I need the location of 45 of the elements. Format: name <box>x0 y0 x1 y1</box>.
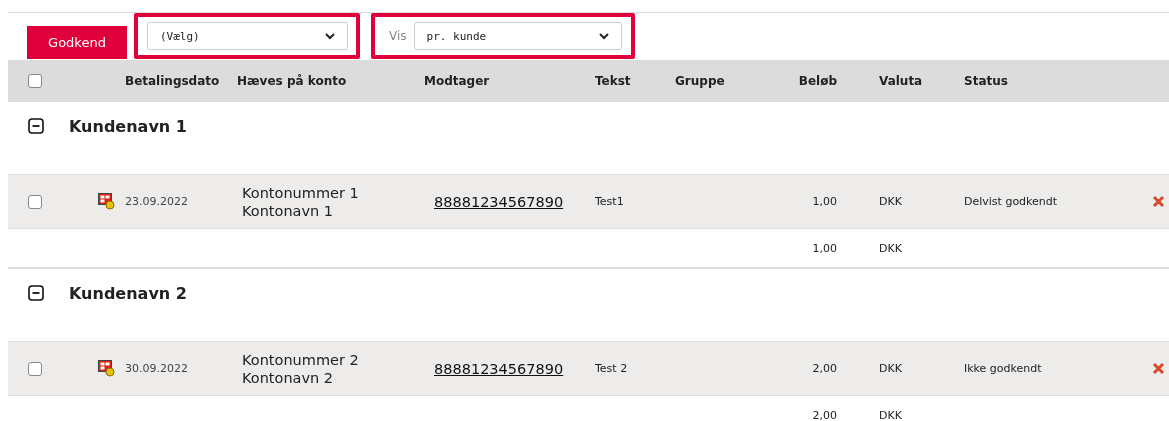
column-header: Hæves på konto <box>237 73 348 88</box>
approve-button[interactable]: Godkend <box>27 26 127 59</box>
column-header: Status <box>964 73 1009 88</box>
column-header: Gruppe <box>675 73 726 88</box>
chevron-down-icon <box>599 32 609 40</box>
recipient-link[interactable]: 88881234567890 <box>434 361 564 377</box>
column-header: Modtager <box>424 73 491 88</box>
account-name: Kontonavn 2 <box>242 368 335 387</box>
column-header: Valuta <box>878 73 924 88</box>
account-name: Kontonavn 1 <box>242 201 335 220</box>
select-all-checkbox[interactable] <box>28 73 42 88</box>
view-label: Vis <box>389 29 407 43</box>
row-checkbox[interactable] <box>28 194 42 209</box>
table-cell-text: Delvist godkendt <box>964 195 1059 208</box>
column-header: Tekst <box>595 73 632 88</box>
table-cell-text: Ikke godkendt <box>964 362 1043 375</box>
account-number: Kontonummer 1 <box>242 183 360 202</box>
table-cell-text: DKK <box>878 195 903 208</box>
group-title: Kundenavn 2 <box>69 284 187 303</box>
table-cell-text: 23.09.2022 <box>125 195 189 208</box>
column-header: Betalingsdato <box>125 73 221 88</box>
table-cell-text: Test1 <box>595 195 625 208</box>
table-cell-text: Test 2 <box>595 362 629 375</box>
delete-icon[interactable] <box>1152 362 1165 375</box>
total-currency: DKK <box>878 408 903 421</box>
payment-icon <box>97 193 115 210</box>
account-number: Kontonummer 2 <box>242 350 360 369</box>
row-checkbox[interactable] <box>28 361 42 376</box>
payment-icon <box>97 360 115 377</box>
total-currency: DKK <box>878 241 903 255</box>
table-cell-text: 30.09.2022 <box>125 362 189 375</box>
action-dropdown[interactable]: (Vælg) <box>147 22 348 50</box>
collapse-icon[interactable] <box>28 118 44 134</box>
column-header: Beløb <box>797 73 838 88</box>
delete-icon[interactable] <box>1152 195 1165 208</box>
recipient-link[interactable]: 88881234567890 <box>434 194 564 210</box>
view-dropdown[interactable]: pr. kunde <box>413 22 622 50</box>
table-cell-text: 2,00 <box>811 362 838 375</box>
table-cell-text: 1,00 <box>811 195 838 208</box>
table-cell-text: DKK <box>878 362 903 375</box>
collapse-icon[interactable] <box>28 285 44 301</box>
group-title: Kundenavn 1 <box>69 117 187 136</box>
total-amount: 1,00 <box>811 241 838 255</box>
chevron-down-icon <box>325 32 335 40</box>
total-amount: 2,00 <box>811 408 838 421</box>
